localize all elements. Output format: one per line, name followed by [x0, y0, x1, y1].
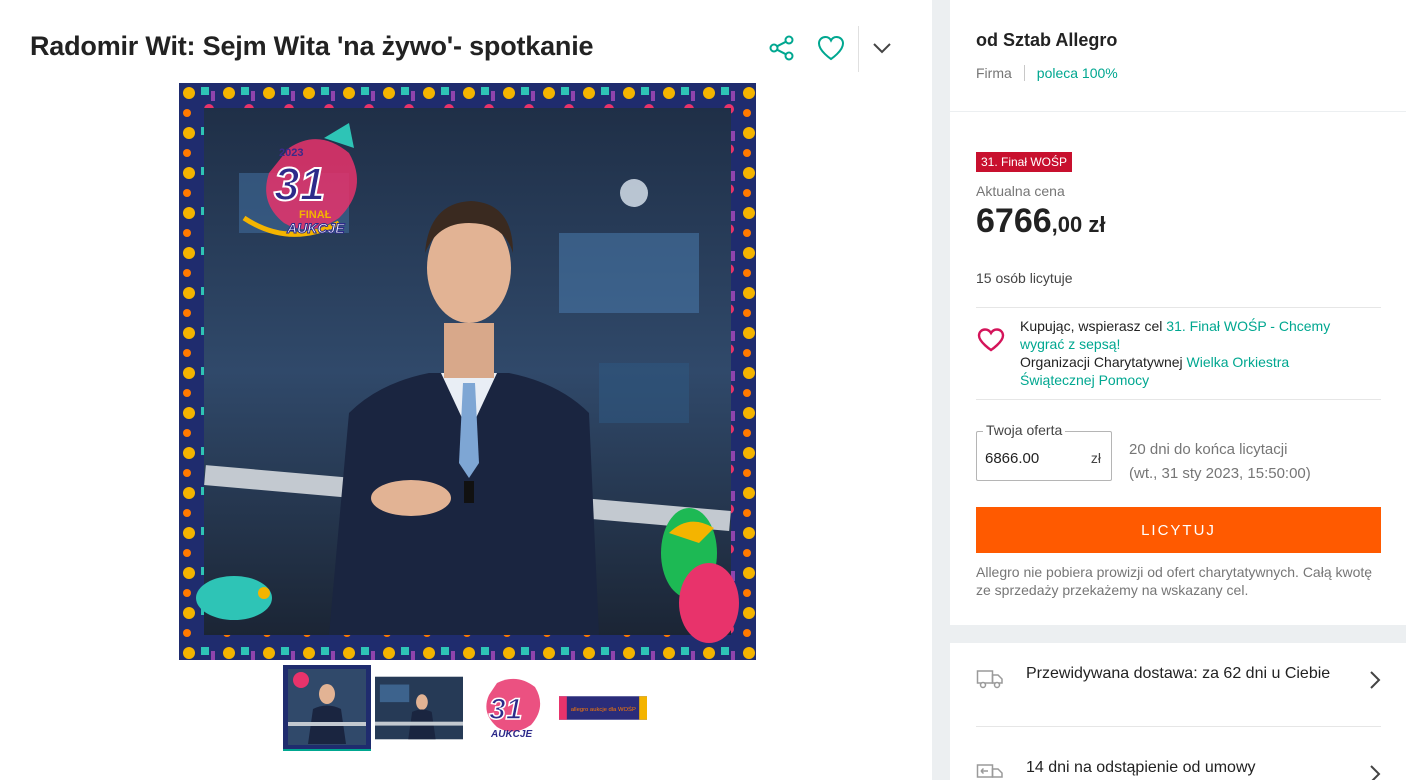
- chevron-right-icon: [1369, 756, 1381, 780]
- auction-end-date: (wt., 31 sty 2023, 15:50:00): [1129, 465, 1311, 482]
- delivery-estimate: Przewidywana dostawa: za 62 dni u Ciebie: [1026, 665, 1331, 682]
- bid-field: Twoja oferta zł: [976, 422, 1112, 481]
- icon-divider: [858, 26, 859, 72]
- returns-policy: 14 dni na odstąpienie od umowy: [1026, 759, 1256, 776]
- product-panel: Radomir Wit: Sejm Wita 'na żywo'- spotka…: [0, 0, 932, 780]
- price-label: Aktualna cena: [976, 183, 1065, 199]
- bidders-count: 15 osób licytuje: [976, 270, 1073, 286]
- seller-type: Firma: [976, 65, 1012, 81]
- bid-input[interactable]: [985, 450, 1075, 467]
- thumb-banner-text: allegro aukcje dla WOŚP: [571, 705, 636, 713]
- bid-button[interactable]: LICYTUJ: [976, 507, 1381, 553]
- page: Radomir Wit: Sejm Wita 'na żywo'- spotka…: [0, 0, 1406, 780]
- wosp-badge: 31. Finał WOŚP: [976, 152, 1073, 172]
- charity-heart-icon: [976, 317, 1020, 389]
- offer-card: 31. Finał WOŚP Aktualna cena 6766,00 zł …: [950, 112, 1406, 625]
- thumb-logo-number: 31: [489, 693, 522, 726]
- thumbnail-3[interactable]: 31 AUKCJE: [467, 665, 555, 751]
- logo-number: 31: [274, 158, 325, 210]
- chevron-down-icon[interactable]: [866, 32, 898, 64]
- logo-line2: AUKCJE: [286, 220, 345, 236]
- time-left-text: 20 dni do końca licytacji: [1129, 441, 1288, 458]
- seller-meta: Firma poleca 100%: [976, 65, 1118, 81]
- product-title: Radomir Wit: Sejm Wita 'na żywo'- spotka…: [30, 31, 594, 61]
- returns-row[interactable]: 14 dni na odstąpienie od umowy: [976, 756, 1381, 780]
- seller-meta-divider: [1023, 65, 1025, 81]
- product-main-image[interactable]: 2023 31 FINAŁ AUKCJE: [179, 83, 756, 660]
- seller-name[interactable]: od Sztab Allegro: [976, 30, 1117, 51]
- divider: [976, 307, 1381, 308]
- thumbnail-1[interactable]: [283, 665, 371, 751]
- return-icon: [976, 756, 1026, 780]
- current-price: 6766,00 zł: [976, 202, 1105, 241]
- charity-prefix: Kupując, wspierasz cel: [1020, 318, 1167, 334]
- thumb-logo-line2: AUKCJE: [490, 729, 532, 740]
- truck-icon: [976, 662, 1026, 695]
- bid-currency: zł: [1090, 450, 1101, 466]
- thumbnail-strip: 31 AUKCJE allegro aukcje dla WOŚP: [283, 665, 647, 751]
- price-integer: 6766: [976, 202, 1052, 240]
- charity-info: Kupując, wspierasz cel 31. Finał WOŚP - …: [976, 317, 1381, 389]
- chevron-right-icon: [1369, 662, 1381, 695]
- thumbnail-2[interactable]: [375, 665, 463, 751]
- heart-icon[interactable]: [815, 32, 847, 64]
- divider: [976, 399, 1381, 400]
- charity-org-prefix: Organizacji Charytatywnej: [1020, 354, 1187, 370]
- charity-text: Kupując, wspierasz cel 31. Finał WOŚP - …: [1020, 317, 1360, 389]
- seller-recommend-link[interactable]: poleca 100%: [1037, 65, 1118, 81]
- thumbnail-4[interactable]: allegro aukcje dla WOŚP: [559, 665, 647, 751]
- auction-time-left: 20 dni do końca licytacji (wt., 31 sty 2…: [1129, 438, 1311, 486]
- seller-card: od Sztab Allegro Firma poleca 100%: [950, 0, 1406, 111]
- share-icon[interactable]: [766, 32, 798, 64]
- divider: [976, 726, 1381, 727]
- commission-note: Allegro nie pobiera prowizji od ofert ch…: [976, 564, 1373, 598]
- delivery-row[interactable]: Przewidywana dostawa: za 62 dni u Ciebie: [976, 662, 1381, 695]
- delivery-card: Przewidywana dostawa: za 62 dni u Ciebie…: [950, 643, 1406, 780]
- bid-field-label: Twoja oferta: [983, 422, 1066, 438]
- price-decimal: ,00 zł: [1051, 212, 1106, 237]
